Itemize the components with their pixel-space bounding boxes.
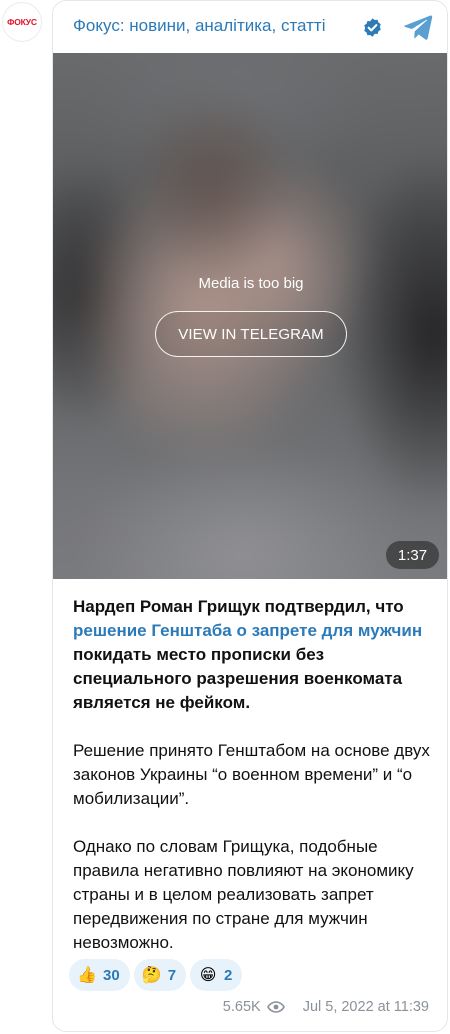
view-count: 5.65K <box>222 999 261 1015</box>
post-paragraph-1: Нардеп Роман Грищук подтвердил, что реше… <box>73 595 433 715</box>
reaction-count: 7 <box>167 966 177 984</box>
post-paragraph-3: Однако по словам Грищука, подобные прави… <box>73 837 414 952</box>
post-paragraph-2: Решение принято Генштабом на основе двух… <box>73 741 430 808</box>
verified-badge-icon <box>364 18 381 37</box>
post-bold-text-b: покидать место прописки без специального… <box>73 645 403 712</box>
thinking-face-icon: 🤔 <box>141 967 162 984</box>
post-datetime-link[interactable]: Jul 5, 2022 at 11:39 <box>303 999 429 1015</box>
post-card: Фокус: новини, аналітика, статті Media i… <box>52 0 448 1032</box>
telegram-embed-page: ФОКУС Фокус: новини, аналітика, статті M… <box>0 0 450 1034</box>
telegram-plane-icon[interactable] <box>403 14 433 40</box>
media-too-big-notice: Media is too big <box>198 275 304 292</box>
reaction-count: 30 <box>103 966 120 984</box>
reaction-thumbs-up[interactable]: 👍 30 <box>69 959 130 991</box>
video-media-preview[interactable]: Media is too big VIEW IN TELEGRAM 1:37 <box>53 53 447 579</box>
channel-name-link[interactable]: Фокус: новини, аналітика, статті <box>73 16 325 36</box>
thumbs-up-icon: 👍 <box>77 967 97 984</box>
view-in-telegram-button[interactable]: VIEW IN TELEGRAM <box>155 311 347 357</box>
post-text: Нардеп Роман Грищук подтвердил, что реше… <box>73 595 433 979</box>
video-duration-badge: 1:37 <box>386 541 439 569</box>
reaction-count: 2 <box>224 966 233 984</box>
reaction-thinking[interactable]: 🤔 7 <box>133 959 187 991</box>
post-inline-link[interactable]: решение Генштаба о запрете для мужчин <box>73 621 422 640</box>
post-header: Фокус: новини, аналітика, статті <box>53 1 447 53</box>
eye-icon <box>266 1001 285 1013</box>
grinning-face-icon: 😁 <box>199 967 217 984</box>
post-bold-text-a: Нардеп Роман Грищук подтвердил, что <box>73 597 404 616</box>
post-meta: 5.65K Jul 5, 2022 at 11:39 <box>53 997 429 1017</box>
reaction-grin[interactable]: 😁 2 <box>190 959 243 991</box>
reactions-bar: 👍 30 🤔 7 😁 2 <box>69 959 243 991</box>
avatar-logo-text: ФОКУС <box>7 17 37 27</box>
channel-avatar[interactable]: ФОКУС <box>2 2 42 42</box>
